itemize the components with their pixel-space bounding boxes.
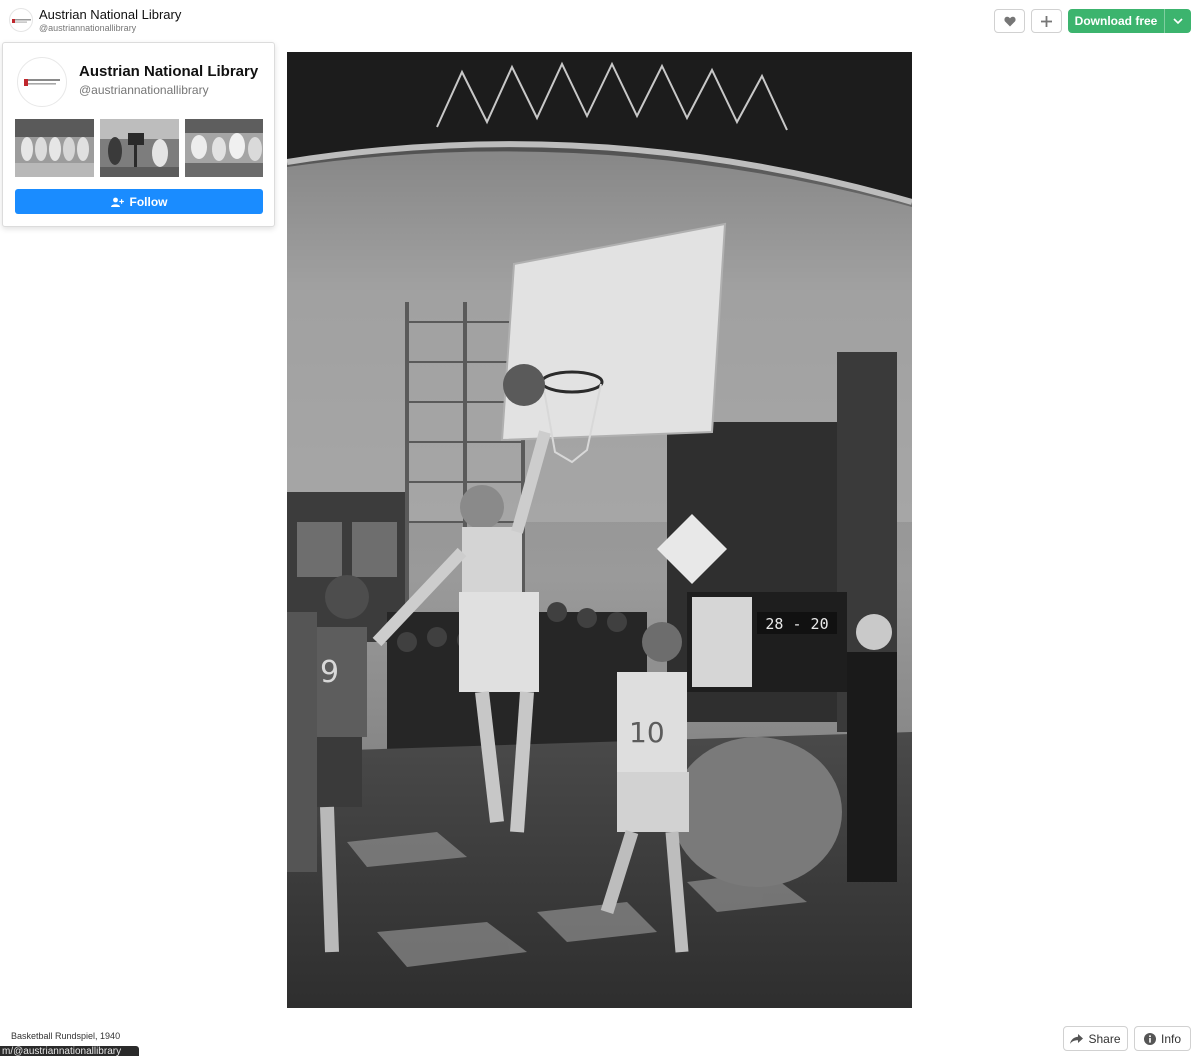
card-avatar[interactable] xyxy=(17,57,67,107)
download-button[interactable]: Download free xyxy=(1068,9,1164,33)
card-thumbnail[interactable] xyxy=(185,119,263,177)
author-name[interactable]: Austrian National Library xyxy=(39,7,181,22)
jersey-number-right: 10 xyxy=(629,716,665,749)
profile-hover-card: Austrian National Library @austriannatio… xyxy=(2,42,275,227)
info-icon xyxy=(1143,1032,1156,1045)
follow-button[interactable]: Follow xyxy=(15,189,263,214)
chevron-down-icon xyxy=(1173,18,1183,24)
info-button[interactable]: Info xyxy=(1134,1026,1191,1051)
add-to-collection-button[interactable] xyxy=(1031,9,1062,33)
photo-caption: Basketball Rundspiel, 1940 xyxy=(11,1031,121,1041)
card-thumbnail[interactable] xyxy=(15,119,94,177)
author-avatar[interactable] xyxy=(9,8,33,32)
jersey-number-left: 9 xyxy=(320,655,339,690)
download-button-group: Download free xyxy=(1068,9,1191,33)
add-user-icon xyxy=(110,197,124,207)
info-label: Info xyxy=(1160,1031,1181,1046)
author-handle[interactable]: @austriannationallibrary xyxy=(39,23,136,33)
heart-icon xyxy=(1003,16,1016,26)
card-author-handle[interactable]: @austriannationallibrary xyxy=(79,83,209,97)
share-label: Share xyxy=(1088,1031,1121,1046)
plus-icon xyxy=(1041,15,1052,27)
scoreboard-score: 28 - 20 xyxy=(765,615,828,633)
follow-label: Follow xyxy=(129,194,168,209)
download-options-button[interactable] xyxy=(1164,9,1191,33)
share-button[interactable]: Share xyxy=(1063,1026,1128,1051)
card-author-name[interactable]: Austrian National Library xyxy=(79,63,258,80)
share-icon xyxy=(1070,1033,1084,1044)
link-preview-tooltip: m/@austriannationallibrary xyxy=(0,1046,139,1056)
like-button[interactable] xyxy=(994,9,1025,33)
card-thumbnail[interactable] xyxy=(100,119,179,177)
main-photo[interactable]: 28 - 20 9 10 xyxy=(287,52,912,1008)
top-bar: Austrian National Library @austriannatio… xyxy=(0,0,1200,42)
